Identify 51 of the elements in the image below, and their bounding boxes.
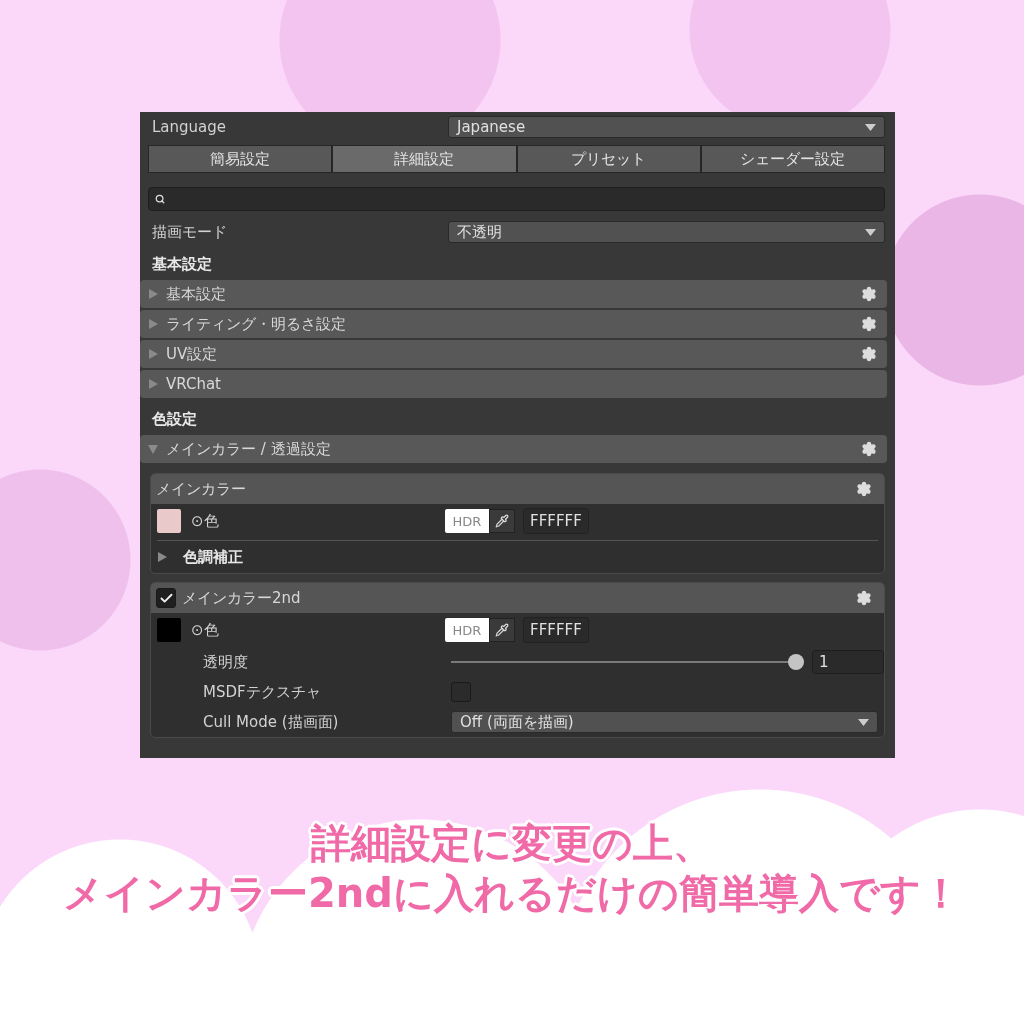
hex-field[interactable]: FFFFFF [523,617,589,643]
tab[interactable]: 詳細設定 [332,145,517,173]
settings-icon[interactable] [856,590,872,606]
color-swatch[interactable]: HDR [445,618,489,642]
eyedropper-button[interactable] [489,618,515,642]
field-label: 透明度 [202,652,249,672]
checkbox[interactable] [156,588,176,608]
render-mode-dropdown[interactable]: 不透明 [448,221,885,243]
settings-icon[interactable] [861,316,877,332]
field-label: Language [151,118,228,136]
color-swatch[interactable]: HDR [445,509,489,533]
dropdown-caret-icon [858,718,869,726]
field-label: MSDFテクスチャ [202,682,322,702]
settings-icon[interactable] [861,346,877,362]
box-header: メインカラー2nd [151,583,884,613]
settings-icon[interactable] [861,441,877,457]
caption-text: 詳細設定に変更の上、 [311,820,713,866]
foldout-header[interactable]: VRChat [140,370,887,398]
dropdown-caret-icon [865,123,876,131]
foldout-header[interactable]: ライティング・明るさ設定 [140,310,887,338]
field-label: ⊙色 [190,511,220,531]
eyedropper-button[interactable] [489,509,515,533]
cull-mode-dropdown[interactable]: Off (両面を描画) [451,711,878,733]
language-dropdown[interactable]: Japanese [448,116,885,138]
foldout-header[interactable]: メインカラー / 透過設定 [140,435,887,463]
search-field[interactable] [148,187,885,211]
search-icon [155,194,165,204]
hex-field[interactable]: FFFFFF [523,508,589,534]
section-heading: 基本設定 [151,254,213,275]
foldout-label[interactable]: 色調補正 [183,547,243,567]
tab[interactable]: 簡易設定 [148,145,333,173]
foldout-header[interactable]: UV設定 [140,340,887,368]
box-header: メインカラー [151,474,884,504]
settings-icon[interactable] [861,286,877,302]
eyedropper-icon [495,514,509,528]
tab[interactable]: プリセット [516,145,701,173]
section-heading: 色設定 [151,409,198,430]
number-field[interactable]: 1 [812,650,884,674]
dropdown-caret-icon [865,228,876,236]
settings-icon[interactable] [856,481,872,497]
caption-text: メインカラー2ndに入れるだけの簡単導入です！ [63,870,961,916]
field-label: 描画モード [151,222,228,242]
collapsed-triangle-icon[interactable] [157,552,167,562]
field-label: ⊙色 [190,620,220,640]
thumbnail-placeholder[interactable] [157,509,181,533]
eyedropper-icon [495,623,509,637]
slider-thumb[interactable] [788,654,804,670]
texture-thumbnail[interactable] [157,618,181,642]
foldout-header[interactable]: 基本設定 [140,280,887,308]
field-label: Cull Mode (描画面) [202,712,340,732]
tab[interactable]: シェーダー設定 [700,145,885,173]
